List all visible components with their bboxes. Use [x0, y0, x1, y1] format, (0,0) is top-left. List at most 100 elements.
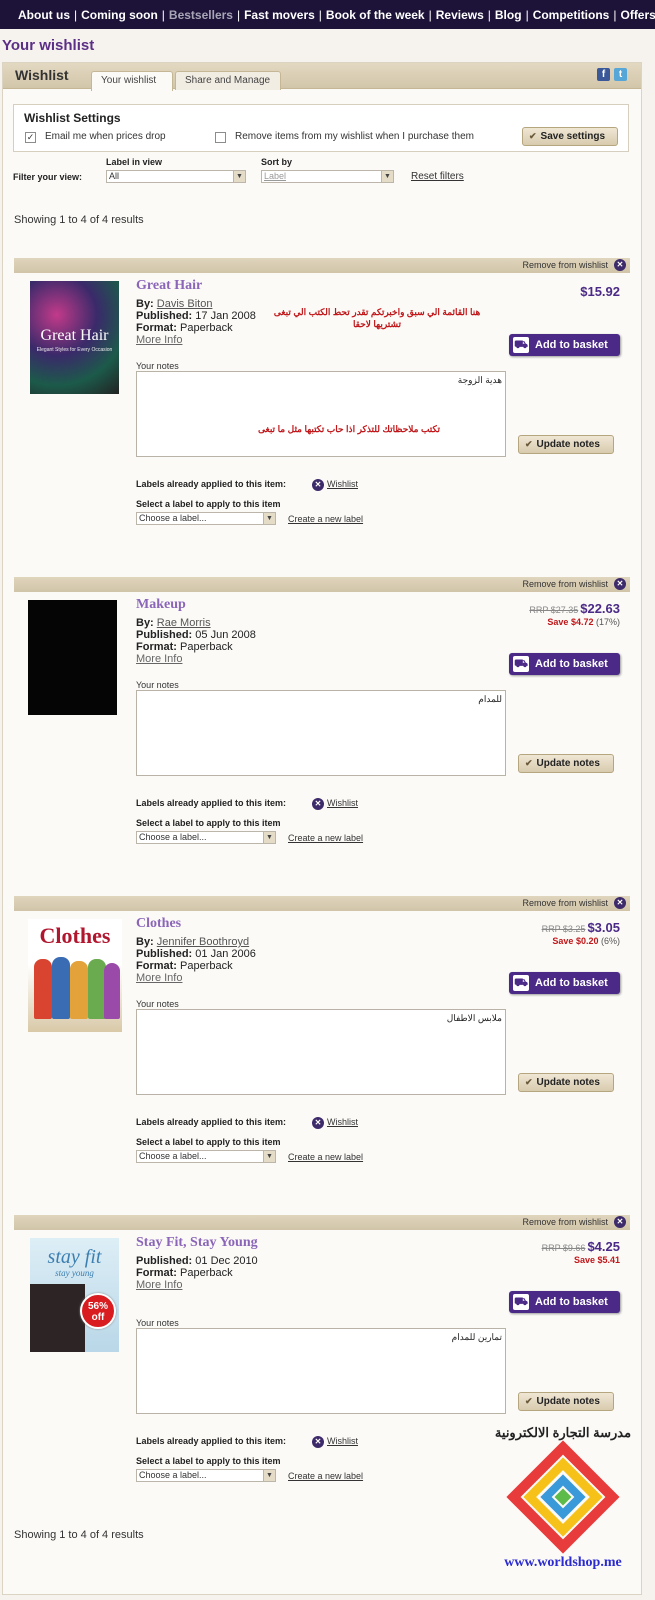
email-price-drop-checkbox[interactable]: ✓: [25, 132, 36, 143]
basket-icon: ⛟: [513, 975, 529, 991]
wishlist-label-link[interactable]: Wishlist: [327, 1436, 358, 1446]
remove-from-wishlist-link[interactable]: Remove from wishlist: [522, 260, 608, 270]
remove-purchased-checkbox[interactable]: [215, 132, 226, 143]
remove-from-wishlist-link[interactable]: Remove from wishlist: [522, 1217, 608, 1227]
price-value: $3.05: [587, 920, 620, 935]
update-notes-button[interactable]: ✔ Update notes: [518, 435, 614, 454]
nav-offers[interactable]: Offers: [620, 8, 655, 22]
book-cover[interactable]: [28, 600, 117, 715]
published-label: Published:: [136, 1255, 193, 1267]
by-label: By:: [136, 617, 154, 629]
notes-text: هدية الزوجة: [457, 375, 502, 385]
create-new-label-link[interactable]: Create a new label: [288, 833, 363, 843]
wishlist-label-link[interactable]: Wishlist: [327, 798, 358, 808]
update-notes-button[interactable]: ✔ Update notes: [518, 1392, 614, 1411]
book-format: Paperback: [180, 322, 233, 334]
nav-about-us[interactable]: About us: [18, 8, 70, 22]
rrp-price: RRP $27.35: [529, 605, 579, 615]
add-to-basket-button[interactable]: ⛟ Add to basket: [509, 653, 620, 675]
add-to-basket-button[interactable]: ⛟ Add to basket: [509, 334, 620, 356]
rrp-price: RRP $3.25: [541, 924, 586, 934]
published-label: Published:: [136, 948, 193, 960]
book-title[interactable]: Makeup: [136, 597, 186, 613]
logo-arabic-text: مدرسة التجارة الالكترونية: [494, 1425, 632, 1440]
results-count-bottom: Showing 1 to 4 of 4 results: [14, 1529, 144, 1541]
check-icon: ✔: [525, 758, 533, 768]
close-icon[interactable]: ✕: [614, 259, 626, 271]
choose-label-select[interactable]: Choose a label... ▼: [136, 1150, 276, 1163]
notes-textarea[interactable]: ملابس الاطفال: [136, 1009, 506, 1095]
choose-label-select[interactable]: Choose a label... ▼: [136, 1469, 276, 1482]
nav-book-of-the-week[interactable]: Book of the week: [326, 8, 425, 22]
book-published-line: Published: 05 Jun 2008: [136, 629, 256, 641]
remove-label-icon[interactable]: ✕: [312, 479, 324, 491]
facebook-icon[interactable]: f: [597, 68, 610, 81]
sort-by-select[interactable]: Label ▼: [261, 170, 394, 183]
book-cover[interactable]: Great Hair Elegant Styles for Every Occa…: [30, 281, 119, 394]
check-icon: ✔: [525, 1396, 533, 1406]
author-link[interactable]: Rae Morris: [157, 617, 211, 629]
item-bar: Remove from wishlist ✕: [14, 896, 630, 911]
choose-label-value: Choose a label...: [139, 513, 207, 523]
twitter-icon[interactable]: t: [614, 68, 627, 81]
nav-bestsellers[interactable]: Bestsellers: [169, 8, 233, 22]
remove-label-icon[interactable]: ✕: [312, 1436, 324, 1448]
labels-applied-title: Labels already applied to this item:: [136, 479, 287, 489]
nav-coming-soon[interactable]: Coming soon: [81, 8, 158, 22]
tab-your-wishlist[interactable]: Your wishlist: [91, 71, 173, 91]
format-label: Format:: [136, 960, 177, 972]
close-icon[interactable]: ✕: [614, 578, 626, 590]
close-icon[interactable]: ✕: [614, 897, 626, 909]
save-settings-button[interactable]: ✔ Save settings: [522, 127, 618, 146]
nav-fast-movers[interactable]: Fast movers: [244, 8, 315, 22]
notes-textarea[interactable]: للمدام: [136, 690, 506, 776]
published-label: Published:: [136, 629, 193, 641]
update-notes-button[interactable]: ✔ Update notes: [518, 754, 614, 773]
book-title[interactable]: Clothes: [136, 916, 181, 932]
notes-text: ملابس الاطفال: [446, 1013, 502, 1023]
notes-label: Your notes: [136, 999, 179, 1009]
wishlist-label-link[interactable]: Wishlist: [327, 1117, 358, 1127]
by-label: By:: [136, 936, 154, 948]
book-format-line: Format: Paperback: [136, 322, 233, 334]
author-link[interactable]: Davis Biton: [157, 298, 213, 310]
book-title[interactable]: Great Hair: [136, 278, 202, 294]
add-to-basket-button[interactable]: ⛟ Add to basket: [509, 972, 620, 994]
create-new-label-link[interactable]: Create a new label: [288, 1152, 363, 1162]
create-new-label-link[interactable]: Create a new label: [288, 514, 363, 524]
more-info-link[interactable]: More Info: [136, 1279, 182, 1291]
author-link[interactable]: Jennifer Boothroyd: [157, 936, 249, 948]
tab-share-and-manage[interactable]: Share and Manage: [175, 71, 281, 90]
nav-blog[interactable]: Blog: [495, 8, 522, 22]
more-info-link[interactable]: More Info: [136, 972, 182, 984]
choose-label-select[interactable]: Choose a label... ▼: [136, 512, 276, 525]
logo-graphic: [506, 1440, 620, 1554]
wishlist-label-link[interactable]: Wishlist: [327, 479, 358, 489]
create-new-label-link[interactable]: Create a new label: [288, 1471, 363, 1481]
chevron-down-icon: ▼: [263, 1470, 275, 1481]
more-info-link[interactable]: More Info: [136, 334, 182, 346]
book-title[interactable]: Stay Fit, Stay Young: [136, 1235, 258, 1251]
book-author-line: By: Jennifer Boothroyd: [136, 936, 249, 948]
close-icon[interactable]: ✕: [614, 1216, 626, 1228]
nav-reviews[interactable]: Reviews: [436, 8, 484, 22]
remove-from-wishlist-link[interactable]: Remove from wishlist: [522, 579, 608, 589]
add-to-basket-button[interactable]: ⛟ Add to basket: [509, 1291, 620, 1313]
remove-label-icon[interactable]: ✕: [312, 798, 324, 810]
reset-filters-link[interactable]: Reset filters: [411, 171, 464, 182]
notes-textarea[interactable]: هدية الزوجة: [136, 371, 506, 457]
update-notes-button[interactable]: ✔ Update notes: [518, 1073, 614, 1092]
book-cover[interactable]: Clothes: [28, 919, 122, 1032]
notes-textarea[interactable]: تمارين للمدام: [136, 1328, 506, 1414]
remove-from-wishlist-link[interactable]: Remove from wishlist: [522, 898, 608, 908]
label-in-view-select[interactable]: All ▼: [106, 170, 246, 183]
price-value: $4.25: [587, 1239, 620, 1254]
nav-competitions[interactable]: Competitions: [533, 8, 610, 22]
choose-label-value: Choose a label...: [139, 1470, 207, 1480]
remove-label-icon[interactable]: ✕: [312, 1117, 324, 1129]
choose-label-select[interactable]: Choose a label... ▼: [136, 831, 276, 844]
rrp-price: RRP $9.66: [541, 1243, 586, 1253]
wishlist-settings: Wishlist Settings ✓ Email me when prices…: [13, 104, 629, 152]
discount-badge: 56% off: [80, 1293, 116, 1329]
more-info-link[interactable]: More Info: [136, 653, 182, 665]
